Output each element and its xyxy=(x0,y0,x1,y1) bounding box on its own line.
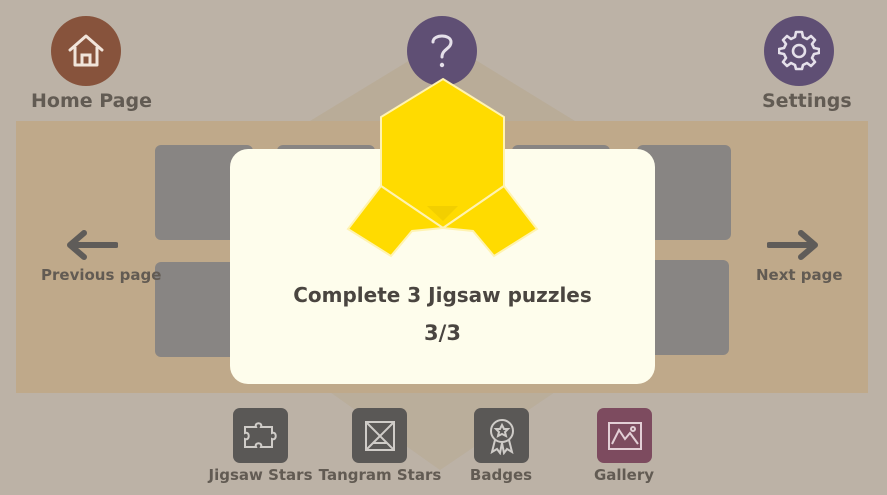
achievement-title: Complete 3 Jigsaw puzzles xyxy=(293,283,592,307)
achievement-progress: 3/3 xyxy=(424,321,461,345)
achievements-screen: Home Page Settings Previous page Next pa… xyxy=(0,0,887,495)
star-ribbon-badge-icon xyxy=(346,77,539,258)
